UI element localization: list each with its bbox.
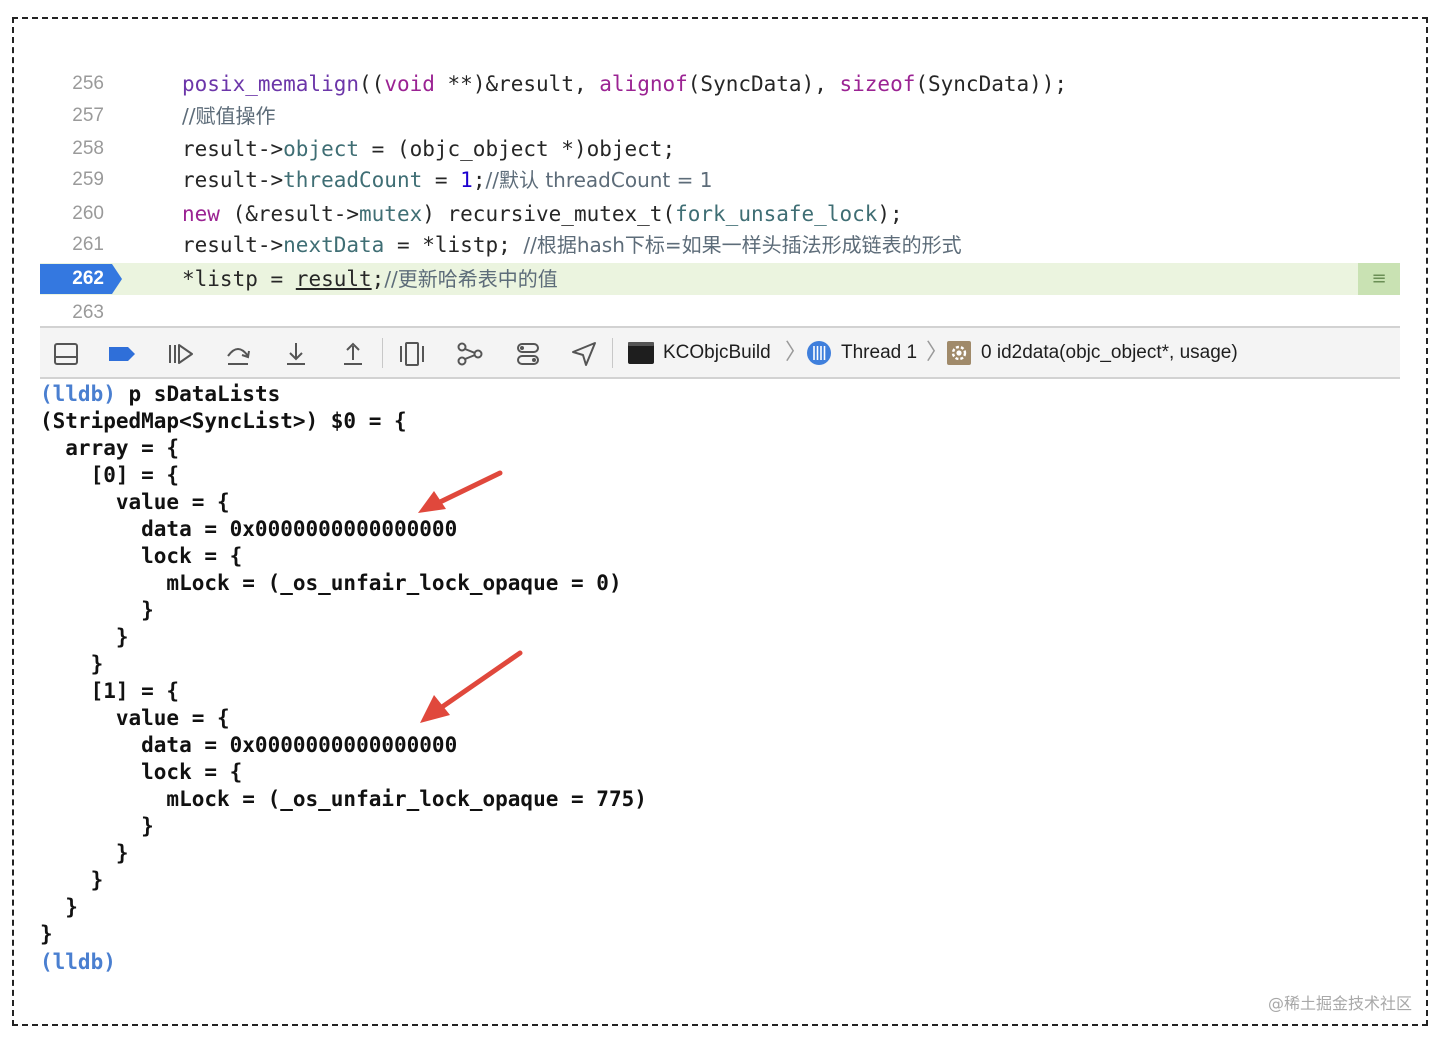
chevron-right-icon: 〉: [785, 340, 808, 365]
code-text: posix_memalign((void **)&result, alignof…: [182, 72, 1068, 96]
console-output-line: data = 0x0000000000000000: [40, 733, 458, 757]
line-number[interactable]: 258: [40, 133, 104, 165]
console-output-line: mLock = (_os_unfair_lock_opaque = 775): [40, 787, 647, 811]
chevron-right-icon: 〉: [926, 340, 949, 365]
line-number[interactable]: 257: [40, 100, 104, 132]
console-command: p sDataLists: [128, 382, 281, 406]
console-command-line: (lldb) p sDataLists: [40, 381, 280, 408]
continue-icon[interactable]: [166, 340, 194, 368]
toolbar-separator: [382, 338, 383, 368]
code-text: result->nextData = *listp; //根据hash下标=如果…: [182, 233, 962, 257]
console-output-line: value = {: [40, 706, 230, 730]
code-line: 258 result->object = (objc_object *)obje…: [40, 133, 1400, 165]
breadcrumb-thread[interactable]: Thread 1: [841, 328, 917, 377]
step-over-icon[interactable]: [224, 340, 252, 368]
code-text: result->object = (objc_object *)object;: [182, 137, 676, 161]
step-out-icon[interactable]: [339, 340, 367, 368]
console-output-line: mLock = (_os_unfair_lock_opaque = 0): [40, 571, 622, 595]
breadcrumb-frame[interactable]: 0 id2data(objc_object*, usage): [981, 328, 1238, 377]
lldb-console[interactable]: (lldb) p sDataLists (StripedMap<SyncList…: [40, 380, 1400, 1000]
debug-bar: KCObjcBuild 〉 Thread 1 〉 0 id2data(objc_…: [40, 326, 1400, 379]
debug-view-hierarchy-icon[interactable]: [398, 340, 426, 368]
code-text: *listp = result;//更新哈希表中的值: [182, 267, 558, 291]
annotation-arrow-icon: [420, 650, 523, 723]
console-output-line: [1] = {: [40, 679, 180, 703]
code-line: 260 new (&result->mutex) recursive_mutex…: [40, 198, 1400, 230]
thread-icon: [807, 341, 831, 365]
code-text: //赋值操作: [182, 104, 276, 128]
code-text: result->threadCount = 1;//默认 threadCount…: [182, 168, 713, 192]
breadcrumb-target[interactable]: KCObjcBuild: [663, 328, 771, 377]
code-line: 263: [40, 297, 1400, 329]
watermark: @稀土掘金技术社区: [1267, 994, 1412, 1013]
code-line: 256 posix_memalign((void **)&result, ali…: [40, 68, 1400, 100]
toolbar-separator: [612, 338, 613, 368]
terminal-target-icon: [628, 342, 654, 364]
console-output-line: }: [40, 922, 53, 946]
console-output-line: }: [40, 814, 154, 838]
line-number[interactable]: 260: [40, 198, 104, 230]
console-output-line: [0] = {: [40, 463, 180, 487]
line-number[interactable]: 259: [40, 164, 104, 196]
console-output-line: lock = {: [40, 760, 243, 784]
memory-graph-icon[interactable]: [456, 340, 484, 368]
console-output-line: }: [40, 895, 78, 919]
line-menu-icon[interactable]: ≡: [1358, 263, 1400, 295]
stack-frame-gear-icon: [947, 341, 971, 365]
console-output-line: value = {: [40, 490, 230, 514]
step-into-icon[interactable]: [282, 340, 310, 368]
hide-debug-area-icon[interactable]: [52, 340, 80, 368]
line-number[interactable]: 261: [40, 229, 104, 261]
environment-overrides-icon[interactable]: [514, 340, 542, 368]
code-line: 257 //赋值操作: [40, 100, 1400, 132]
lldb-prompt: (lldb): [40, 382, 116, 406]
console-output-line: }: [40, 868, 104, 892]
line-number[interactable]: 263: [40, 297, 104, 329]
console-output-line: }: [40, 841, 129, 865]
line-number[interactable]: 256: [40, 68, 104, 100]
code-line: 259 result->threadCount = 1;//默认 threadC…: [40, 164, 1400, 196]
console-output-line: data = 0x0000000000000000: [40, 517, 458, 541]
console-output-line: }: [40, 652, 104, 676]
console-output-line: }: [40, 598, 154, 622]
code-line: 261 result->nextData = *listp; //根据hash下…: [40, 229, 1400, 261]
instruction-pointer-badge[interactable]: 262: [40, 264, 122, 294]
console-output-line: array = {: [40, 436, 180, 460]
annotation-arrow-icon: [418, 470, 503, 513]
lldb-prompt: (lldb): [40, 950, 116, 974]
code-editor: 256 posix_memalign((void **)&result, ali…: [40, 66, 1400, 326]
code-text: new (&result->mutex) recursive_mutex_t(f…: [182, 202, 903, 226]
breakpoints-toggle-icon[interactable]: [108, 340, 136, 368]
console-output-line: }: [40, 625, 129, 649]
simulate-location-icon[interactable]: [570, 340, 598, 368]
current-code-line: 262 *listp = result;//更新哈希表中的值 ≡: [40, 263, 1400, 295]
console-output-line: lock = {: [40, 544, 243, 568]
console-output-line: (StripedMap<SyncList>) $0 = {: [40, 409, 407, 433]
